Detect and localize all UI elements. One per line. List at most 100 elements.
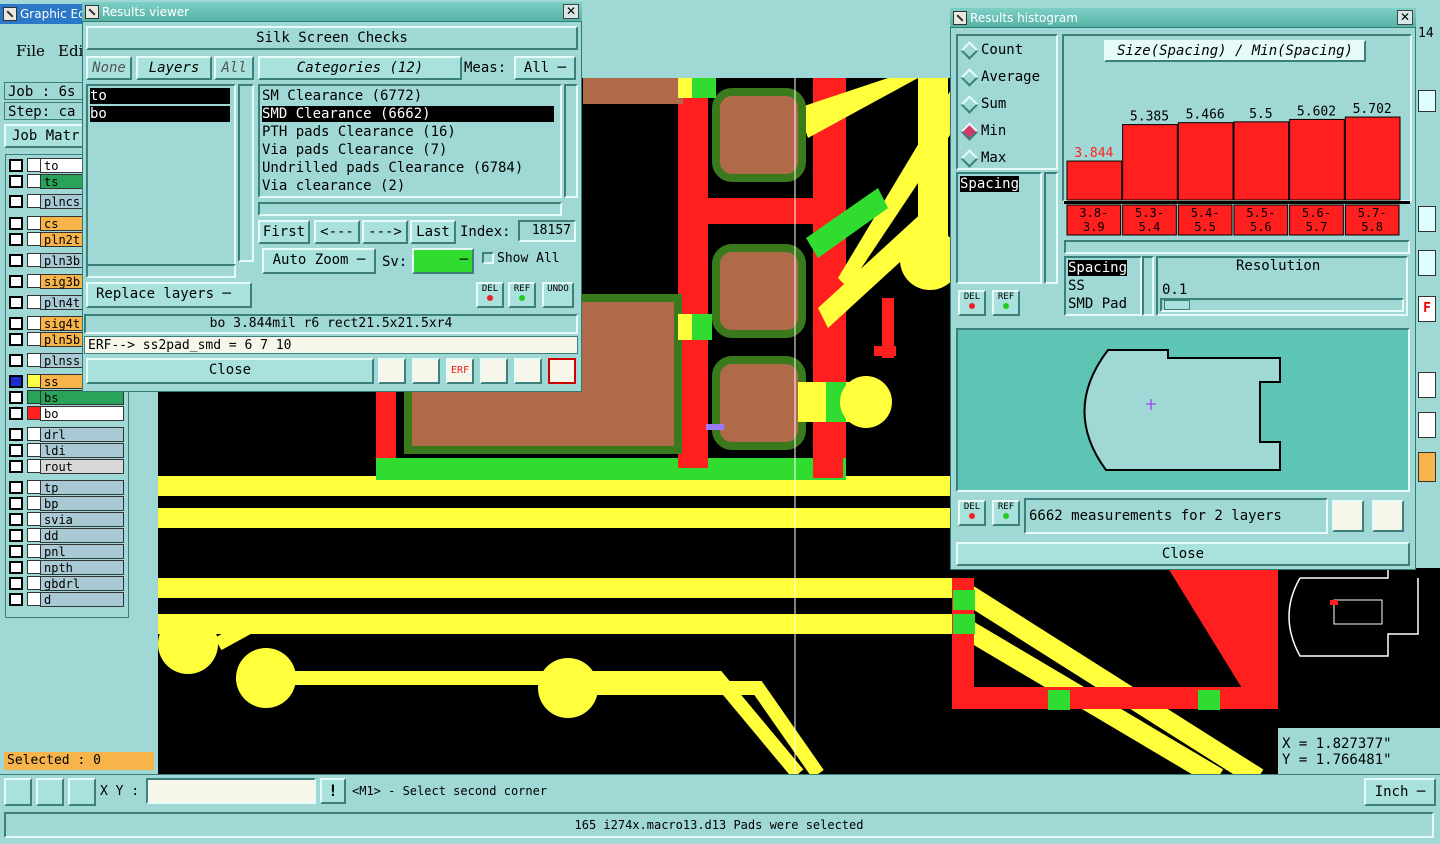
layer-checkbox[interactable] — [9, 460, 23, 473]
close-icon[interactable]: ✕ — [563, 4, 579, 19]
layer-swatch[interactable] — [27, 374, 41, 388]
layer-checkbox[interactable] — [9, 391, 23, 404]
layers-button[interactable]: Layers — [136, 56, 212, 80]
measure-list-ss[interactable]: SS — [1068, 278, 1085, 294]
layer-list-hscrollbar[interactable] — [86, 264, 236, 278]
tool-grid-icon[interactable] — [68, 778, 96, 806]
layer-swatch[interactable] — [27, 253, 41, 267]
results-viewer-title-bar[interactable]: Results viewer ✕ — [82, 2, 582, 22]
layer-checkbox[interactable] — [9, 545, 23, 558]
layer-swatch[interactable] — [27, 295, 41, 309]
ref-button[interactable]: REF — [508, 282, 536, 308]
resolution-slider[interactable] — [1160, 298, 1404, 312]
layer-swatch[interactable] — [27, 480, 41, 494]
histogram-bar[interactable] — [1289, 118, 1345, 201]
histogram-icon[interactable] — [548, 358, 576, 384]
layer-checkbox[interactable] — [9, 159, 23, 172]
layer-swatch[interactable] — [27, 496, 41, 510]
mini-map[interactable] — [1278, 568, 1440, 728]
layer-checkbox[interactable] — [9, 375, 23, 388]
measure-list-smd-pad[interactable]: SMD Pad — [1068, 296, 1127, 312]
export-icon[interactable] — [412, 358, 440, 384]
report-icon[interactable] — [514, 358, 542, 384]
shape-ref-button[interactable]: REF — [992, 500, 1020, 526]
layer-name-drl[interactable]: drl — [40, 427, 124, 442]
category-item[interactable]: SM Clearance (6772) — [262, 88, 422, 104]
erf-off-icon[interactable]: ERF — [446, 358, 474, 384]
layer-checkbox[interactable] — [9, 317, 23, 330]
layer-swatch[interactable] — [27, 560, 41, 574]
layer-result-bo[interactable]: bo — [90, 106, 230, 122]
option-label-count[interactable]: Count — [981, 42, 1023, 58]
layer-swatch[interactable] — [27, 592, 41, 606]
zoom-to-icon[interactable] — [1332, 500, 1364, 532]
option-label-average[interactable]: Average — [981, 69, 1040, 85]
histogram-bar[interactable] — [1233, 121, 1290, 201]
layer-name-rout[interactable]: rout — [40, 459, 124, 474]
hist-del-button[interactable]: DEL — [958, 290, 986, 316]
layer-swatch[interactable] — [27, 427, 41, 441]
layer-name-pnl[interactable]: pnl — [40, 544, 124, 559]
show-all-checkbox[interactable] — [482, 252, 494, 264]
layer-checkbox[interactable] — [9, 593, 23, 606]
first-button[interactable]: First — [258, 220, 310, 244]
tool-icon-4[interactable]: F — [1418, 296, 1436, 322]
layer-swatch[interactable] — [27, 443, 41, 457]
layer-swatch[interactable] — [27, 216, 41, 230]
histogram-bar[interactable] — [1177, 122, 1234, 201]
layer-checkbox[interactable] — [9, 254, 23, 267]
layer-name-npth[interactable]: npth — [40, 560, 124, 575]
category-item[interactable]: Undrilled pads Clearance (6784) — [262, 160, 523, 176]
layer-swatch[interactable] — [27, 274, 41, 288]
tool-icon-5[interactable] — [1418, 372, 1436, 398]
layer-swatch[interactable] — [27, 390, 41, 404]
categories-button[interactable]: Categories (12) — [258, 56, 462, 80]
histogram-bar[interactable] — [1344, 116, 1401, 201]
zoom-result-icon[interactable] — [378, 358, 406, 384]
layer-swatch[interactable] — [27, 158, 41, 172]
category-list-scrollbar[interactable] — [564, 84, 578, 198]
layers-all-button[interactable]: All — [214, 56, 254, 80]
histogram-bar[interactable] — [1122, 124, 1178, 201]
category-list-hscrollbar[interactable] — [258, 202, 562, 216]
layer-checkbox[interactable] — [9, 275, 23, 288]
measure-list-spacing[interactable]: Spacing — [1068, 260, 1128, 276]
layer-checkbox[interactable] — [9, 529, 23, 542]
category-item[interactable]: SMD Clearance (6662) — [262, 106, 554, 122]
tool-icon-3[interactable] — [1418, 250, 1436, 276]
layer-swatch[interactable] — [27, 512, 41, 526]
category-item[interactable]: Via clearance (2) — [262, 178, 405, 194]
layer-name-bo[interactable]: bo — [40, 406, 124, 421]
last-button[interactable]: Last — [410, 220, 456, 244]
layer-swatch[interactable] — [27, 544, 41, 558]
spacing-list-item[interactable]: Spacing — [960, 176, 1020, 192]
layer-checkbox[interactable] — [9, 497, 23, 510]
shape-del-button[interactable]: DEL — [958, 500, 986, 526]
layer-checkbox[interactable] — [9, 481, 23, 494]
next-button[interactable]: ---> — [362, 220, 408, 244]
layer-result-to[interactable]: to — [90, 88, 230, 104]
tool-measure-icon[interactable] — [36, 778, 64, 806]
layer-checkbox[interactable] — [9, 233, 23, 246]
replace-layers-button[interactable]: Replace layers ─ — [86, 282, 252, 308]
del-button[interactable]: DEL — [476, 282, 504, 308]
layer-checkbox[interactable] — [9, 217, 23, 230]
meas-select[interactable]: All ─ — [514, 56, 576, 80]
histogram-title-bar[interactable]: Results histogram ✕ — [950, 8, 1416, 28]
tool-icon-6[interactable] — [1418, 412, 1436, 438]
index-input[interactable]: 18157 — [518, 220, 576, 242]
layer-swatch[interactable] — [27, 576, 41, 590]
layer-swatch[interactable] — [27, 332, 41, 346]
layer-checkbox[interactable] — [9, 513, 23, 526]
measure-list-scrollbar[interactable] — [1142, 256, 1154, 316]
tool-icon-7[interactable] — [1418, 452, 1436, 482]
tool-snap-icon[interactable] — [4, 778, 32, 806]
layer-swatch[interactable] — [27, 232, 41, 246]
undo-button[interactable]: UNDO — [542, 282, 574, 308]
tool-icon-2[interactable] — [1418, 206, 1436, 232]
layer-checkbox[interactable] — [9, 407, 23, 420]
layer-checkbox[interactable] — [9, 428, 23, 441]
resolution-slider-thumb[interactable] — [1164, 300, 1190, 310]
spacing-list-scrollbar[interactable] — [1044, 172, 1058, 284]
tool-icon-1[interactable] — [1418, 90, 1436, 112]
